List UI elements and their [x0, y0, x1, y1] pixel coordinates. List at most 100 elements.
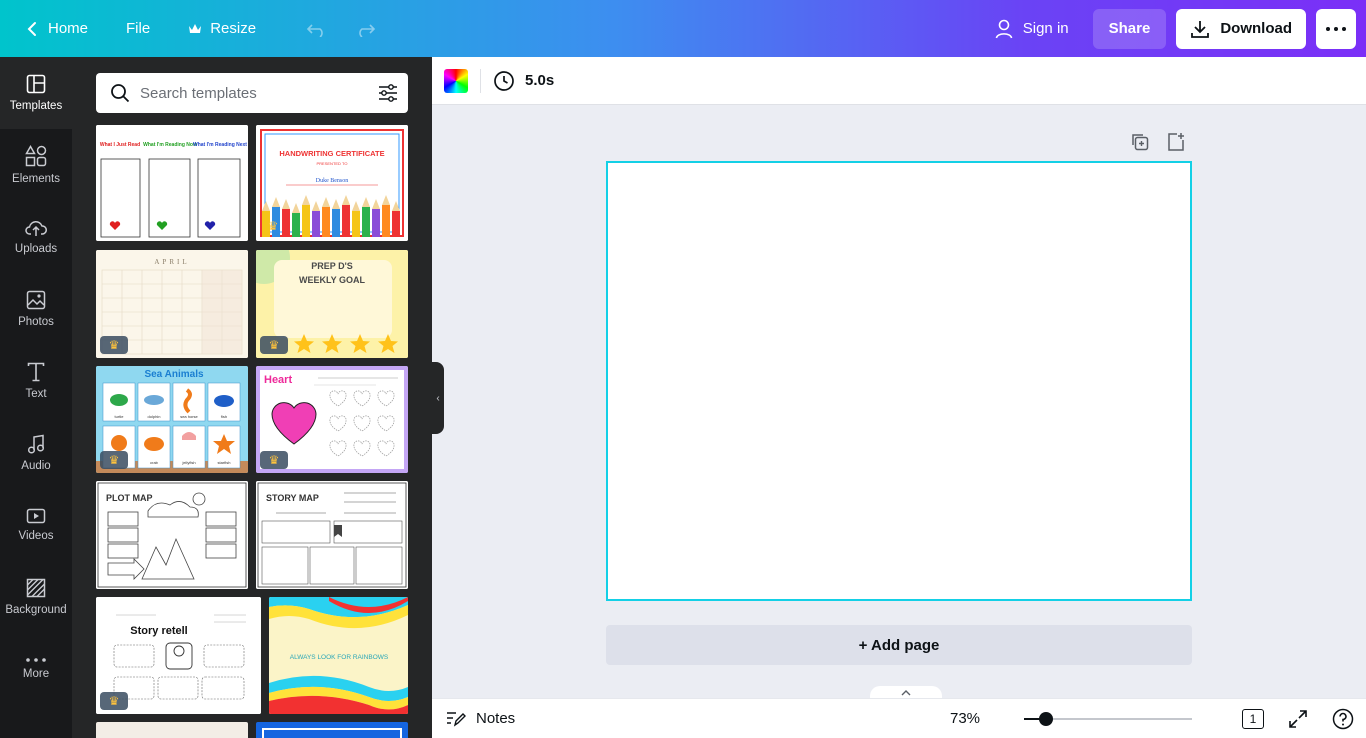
topbar-right-actions: Sign in Share Download	[981, 8, 1356, 49]
template-text: What I'm Reading Next	[193, 142, 247, 148]
template-text: PLOT MAP	[106, 493, 153, 503]
template-text: crab	[150, 460, 159, 465]
zoom-slider-handle[interactable]	[1039, 712, 1053, 726]
template-text: ALWAYS LOOK FOR RAINBOWS	[290, 654, 389, 661]
elements-icon	[25, 145, 47, 167]
chevron-left-icon: ‹	[436, 392, 440, 404]
more-options-button[interactable]	[1316, 8, 1356, 49]
add-page-icon[interactable]	[1166, 132, 1186, 152]
undo-icon	[306, 23, 323, 37]
redo-button[interactable]	[342, 9, 388, 49]
template-text: Heart	[264, 374, 292, 386]
rail-label: More	[22, 668, 50, 680]
file-menu-button[interactable]: File	[114, 9, 162, 49]
rail-label: Templates	[9, 100, 63, 112]
text-icon	[27, 362, 45, 382]
audio-icon	[27, 434, 45, 454]
template-card-story-retell[interactable]: Story retell ♛	[96, 597, 261, 714]
resize-label: Resize	[210, 20, 257, 37]
chevron-left-icon	[27, 21, 36, 36]
premium-crown-icon: ♛	[260, 451, 288, 469]
template-card-rainbows[interactable]: ALWAYS LOOK FOR RAINBOWS	[269, 597, 408, 714]
rail-item-text[interactable]: Text	[0, 345, 72, 417]
template-card-april-calendar[interactable]: APRIL ♛	[96, 250, 248, 358]
premium-crown-icon: ♛	[100, 692, 128, 710]
template-text: dolphin	[148, 414, 161, 419]
template-text: fish	[221, 414, 227, 419]
more-dots-icon	[26, 658, 46, 662]
page-count-button[interactable]: 1	[1242, 708, 1264, 729]
top-bar: Home File Resize Sign in Share Download	[0, 0, 1366, 57]
resize-button[interactable]: Resize	[176, 9, 268, 49]
search-bar	[96, 73, 408, 113]
user-icon	[995, 19, 1013, 38]
template-frame	[262, 728, 402, 738]
fullscreen-icon[interactable]	[1288, 709, 1308, 729]
chevron-up-icon	[901, 690, 911, 696]
template-text: starfish	[218, 460, 231, 465]
rail-item-more[interactable]: More	[0, 633, 72, 705]
template-card-partial[interactable]	[96, 722, 248, 738]
template-card-weekly-goal[interactable]: PREP D'S WEEKLY GOAL ♛	[256, 250, 408, 358]
template-text: sea horse	[180, 414, 198, 419]
toolbar-divider	[480, 68, 481, 93]
share-label: Share	[1108, 20, 1151, 37]
rail-item-elements[interactable]: Elements	[0, 129, 72, 201]
background-icon	[26, 578, 46, 598]
template-text: turtle	[115, 414, 125, 419]
rail-item-audio[interactable]: Audio	[0, 417, 72, 489]
rail-label: Videos	[18, 530, 54, 542]
rail-item-photos[interactable]: Photos	[0, 273, 72, 345]
add-page-button[interactable]: + Add page	[606, 625, 1192, 665]
rail-item-videos[interactable]: Videos	[0, 489, 72, 561]
template-card-reading-log[interactable]: What I Just Read What I'm Reading Now Wh…	[96, 125, 248, 241]
premium-crown-icon: ♛	[100, 451, 128, 469]
premium-crown-icon: ♛	[100, 336, 128, 354]
template-card-story-map[interactable]: STORY MAP	[256, 481, 408, 589]
zoom-percentage[interactable]: 73%	[950, 710, 980, 727]
duplicate-page-icon[interactable]	[1130, 132, 1150, 152]
template-card-partial[interactable]	[256, 722, 408, 738]
editor-footer: Notes 73% 1	[432, 698, 1366, 738]
template-text: PRESENTED TO	[317, 161, 348, 166]
undo-button[interactable]	[294, 9, 340, 49]
rail-item-uploads[interactable]: Uploads	[0, 201, 72, 273]
template-card-handwriting-certificate[interactable]: HANDWRITING CERTIFICATE PRESENTED TO Duk…	[256, 125, 408, 241]
template-card-heart[interactable]: Heart ♛	[256, 366, 408, 473]
template-text: jellyfish	[181, 460, 195, 465]
template-text: Story retell	[130, 625, 187, 637]
help-icon[interactable]	[1332, 708, 1354, 730]
template-preview: ALWAYS LOOK FOR RAINBOWS	[269, 597, 408, 714]
add-page-label: + Add page	[858, 636, 940, 654]
notes-label: Notes	[476, 710, 516, 727]
design-canvas-page[interactable]	[606, 161, 1192, 601]
notes-button[interactable]: Notes	[446, 710, 515, 727]
template-card-sea-animals[interactable]: Sea Animals turtle dolphin sea horse fis…	[96, 366, 248, 473]
rail-label: Photos	[18, 316, 54, 328]
collapse-panel-handle[interactable]: ‹	[432, 362, 444, 434]
footer-right-icons: 1	[1242, 708, 1354, 730]
template-text: HANDWRITING CERTIFICATE	[279, 149, 384, 158]
crown-icon	[189, 23, 202, 33]
file-label: File	[126, 20, 151, 37]
color-picker-button[interactable]	[444, 68, 468, 93]
template-card-plot-map[interactable]: PLOT MAP	[96, 481, 248, 589]
rail-item-background[interactable]: Background	[0, 561, 72, 633]
filter-icon[interactable]	[378, 84, 398, 102]
template-text: PREP D'S	[311, 261, 353, 271]
zoom-slider[interactable]	[1024, 712, 1192, 726]
duration-button[interactable]: 5.0s	[493, 70, 554, 92]
templates-icon	[26, 74, 46, 94]
share-button[interactable]: Share	[1092, 8, 1167, 49]
templates-panel: What I Just Read What I'm Reading Now Wh…	[72, 57, 432, 738]
premium-crown-icon: ♛	[260, 336, 288, 354]
template-preview: What I Just Read What I'm Reading Now Wh…	[96, 125, 248, 241]
home-button[interactable]: Home	[14, 9, 100, 49]
download-button[interactable]: Download	[1176, 8, 1306, 49]
page-actions	[1130, 132, 1186, 152]
sign-in-button[interactable]: Sign in	[981, 9, 1083, 49]
rail-label: Elements	[12, 173, 60, 185]
redo-icon	[359, 23, 376, 37]
search-input[interactable]	[140, 84, 378, 102]
rail-item-templates[interactable]: Templates	[0, 57, 72, 129]
